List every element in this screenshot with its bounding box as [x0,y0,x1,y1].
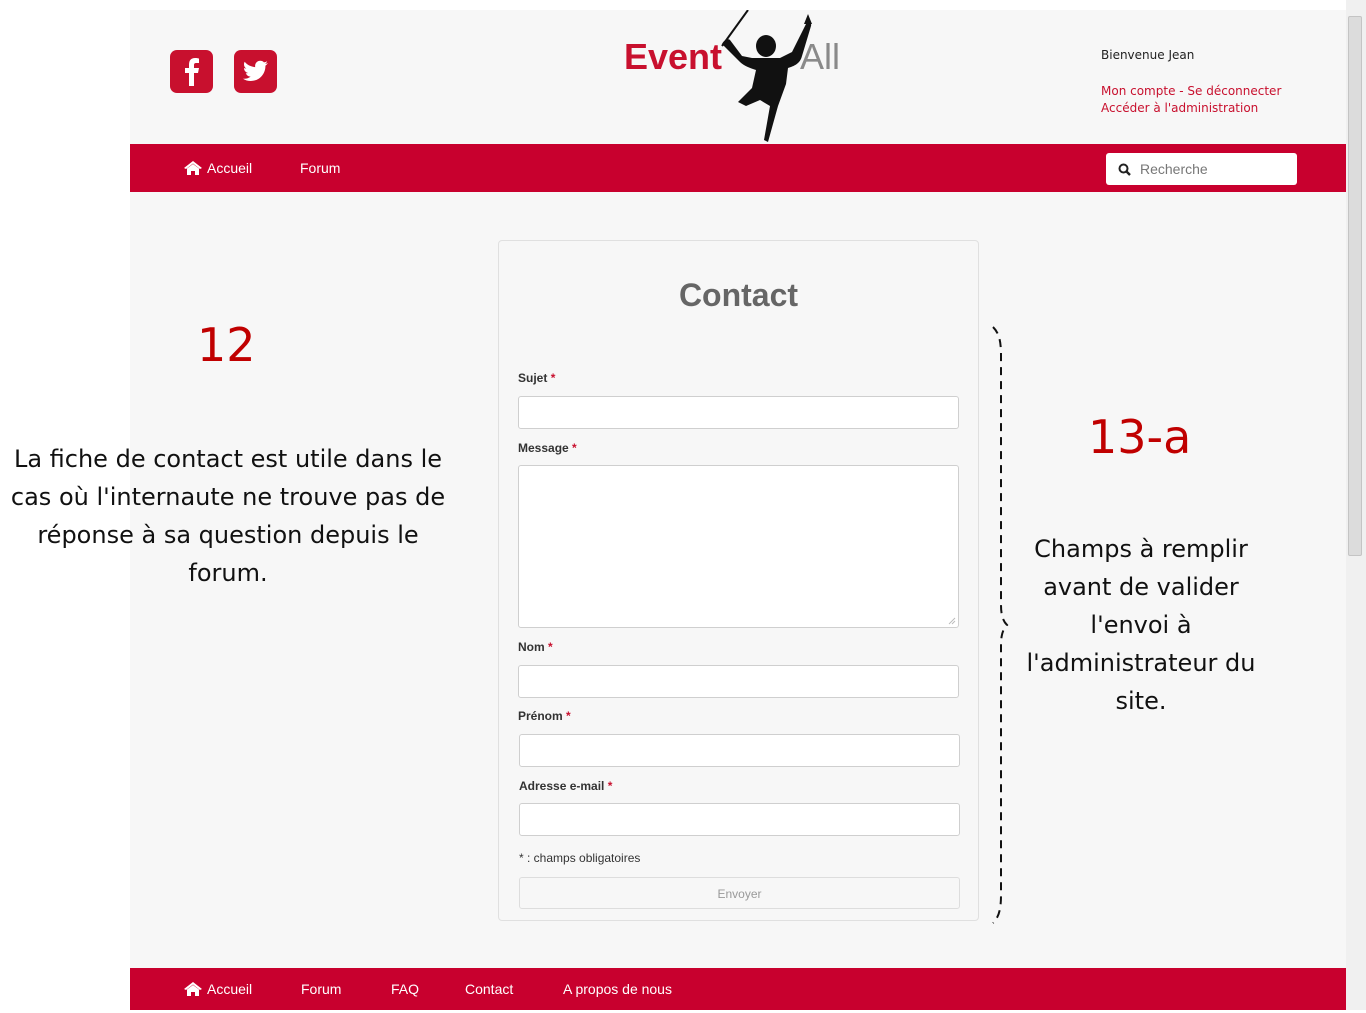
firstname-input[interactable] [519,734,960,767]
search-icon [1118,163,1131,176]
site-header: Event All Bienvenue Jean Mon compte - Se… [130,10,1346,144]
scrollbar-thumb[interactable] [1348,16,1362,556]
page-scrollbar[interactable] [1346,0,1366,1010]
nav-forum[interactable]: Forum [300,144,340,192]
send-button[interactable]: Envoyer [519,877,960,909]
main-navbar: Accueil Forum [130,144,1346,192]
required-note: * : champs obligatoires [519,851,641,865]
home-icon [184,982,202,996]
annotation-number-12: 12 [197,318,256,372]
search-input[interactable] [1140,153,1290,185]
footer-faq[interactable]: FAQ [391,965,419,1013]
footer-forum[interactable]: Forum [301,965,341,1013]
logo-text-all: All [800,36,841,77]
nav-home[interactable]: Accueil [184,144,252,192]
welcome-text: Bienvenue Jean [1101,48,1195,62]
account-links[interactable]: Mon compte - Se déconnecter [1101,83,1281,100]
subject-label: Sujet * [518,371,556,385]
facebook-button[interactable] [170,50,213,93]
message-label: Message * [518,441,577,455]
firstname-label: Prénom * [518,709,571,723]
footer-home[interactable]: Accueil [184,965,252,1013]
email-label: Adresse e-mail * [519,779,613,793]
annotation-number-13a: 13-a [1088,410,1192,464]
nav-home-label: Accueil [207,160,253,176]
admin-link[interactable]: Accéder à l'administration [1101,100,1281,117]
search-box[interactable] [1106,153,1297,185]
annotation-right-text: Champs à remplir avant de valider l'envo… [1026,535,1256,715]
contact-panel: Contact Sujet * Message * Nom * Prénom *… [498,240,979,921]
logo-text-event: Event [624,36,723,77]
nav-forum-label: Forum [300,160,341,176]
subject-input[interactable] [518,396,959,429]
home-icon [184,161,202,175]
footer-about[interactable]: A propos de nous [563,965,672,1013]
name-input[interactable] [518,665,959,698]
annotation-brace [992,326,1009,924]
resize-handle-icon[interactable] [948,617,956,625]
email-input[interactable] [519,803,960,836]
name-label: Nom * [518,640,553,654]
annotation-left-text: La fiche de contact est utile dans le ca… [10,445,446,587]
facebook-icon [185,58,199,86]
user-panel: Bienvenue Jean Mon compte - Se déconnect… [1101,48,1281,117]
footer-home-label: Accueil [207,981,253,997]
page-title: Contact [678,277,799,313]
footer-nav: Accueil Forum FAQ Contact A propos de no… [130,968,1346,1010]
twitter-icon [243,60,268,81]
footer-contact[interactable]: Contact [465,965,513,1013]
site-logo[interactable]: Event All [620,10,860,144]
twitter-button[interactable] [234,50,277,93]
message-textarea[interactable] [518,465,959,628]
